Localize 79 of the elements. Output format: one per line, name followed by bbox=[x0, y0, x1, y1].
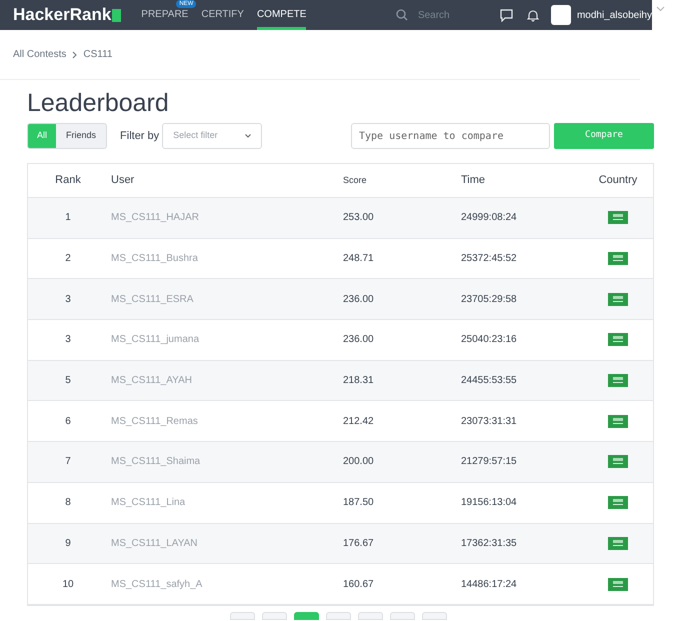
table-cell-text: 21279:57:15 bbox=[461, 455, 518, 470]
chat-icon[interactable] bbox=[500, 8, 513, 22]
table-cell-text: 176.67 bbox=[343, 536, 375, 551]
search-icon bbox=[396, 9, 408, 21]
dropdown-placeholder: Select filter bbox=[173, 129, 218, 142]
filter-dropdown[interactable]: Select filter bbox=[162, 123, 262, 149]
table-cell-text: 17362:31:35 bbox=[461, 536, 518, 551]
table-cell-text: 3 bbox=[64, 333, 72, 348]
bell-icon[interactable] bbox=[526, 8, 539, 22]
table-cell-text: 25372:45:52 bbox=[461, 252, 518, 266]
flag-icon bbox=[608, 211, 628, 224]
column-header: Country bbox=[598, 173, 638, 188]
table-cell-text: 187.50 bbox=[343, 496, 375, 510]
column-header: Time bbox=[461, 173, 486, 188]
table-cell-text: 14486:17:24 bbox=[461, 578, 518, 592]
avatar-icon[interactable] bbox=[550, 5, 571, 25]
logo-text[interactable]: HackerRank bbox=[13, 2, 112, 28]
search-field[interactable]: Search bbox=[418, 8, 478, 22]
username-link[interactable]: MS_CS111_Lina bbox=[108, 495, 343, 510]
username-link[interactable]: MS_CS111_AYAH bbox=[108, 373, 343, 388]
table-cell-text: 25040:23:16 bbox=[461, 333, 518, 348]
chevron-right-icon bbox=[72, 50, 78, 58]
column-header: User bbox=[110, 173, 136, 188]
chevron-down-icon[interactable] bbox=[656, 6, 665, 12]
column-header: Score bbox=[343, 174, 368, 187]
table-cell-text: 1 bbox=[64, 211, 72, 226]
username-link[interactable]: MS_CS111_Shaima bbox=[108, 454, 343, 470]
table-cell-text: 160.67 bbox=[343, 578, 375, 592]
table-cell-text: 248.71 bbox=[343, 252, 375, 266]
filter-toggle[interactable]: Friends bbox=[56, 124, 106, 148]
table-cell-text: 2 bbox=[64, 252, 72, 266]
nav-tab[interactable]: CERTIFY bbox=[201, 9, 244, 21]
table-cell-text: 24999:08:24 bbox=[461, 211, 518, 226]
chevron-down-icon bbox=[245, 134, 252, 138]
table-cell-text: 200.00 bbox=[343, 455, 375, 470]
username-compare-field[interactable]: Type username to compare bbox=[351, 123, 550, 149]
breadcrumb-link[interactable]: All Contests bbox=[13, 47, 66, 62]
username-link[interactable]: MS_CS111_jumana bbox=[108, 332, 343, 348]
username[interactable]: modhi_alsobeihy bbox=[576, 8, 652, 22]
flag-icon bbox=[608, 333, 628, 346]
table-cell-text: 5 bbox=[64, 374, 72, 388]
flag-icon bbox=[608, 414, 628, 428]
table-cell-text: 10 bbox=[61, 578, 75, 592]
table-cell-text: 218.31 bbox=[343, 374, 375, 388]
flag-icon bbox=[608, 374, 628, 388]
table-cell-text: 8 bbox=[64, 496, 72, 510]
table-cell-text: 7 bbox=[64, 455, 72, 470]
username-link[interactable]: MS_CS111_ESRA bbox=[108, 292, 343, 307]
table-cell-text: 236.00 bbox=[343, 333, 375, 348]
username-link[interactable]: MS_CS111_HAJAR bbox=[108, 210, 343, 226]
compare-button[interactable]: Compare bbox=[554, 123, 654, 149]
table-cell-text: 23705:29:58 bbox=[461, 292, 518, 307]
flag-icon bbox=[608, 496, 628, 510]
flag-icon bbox=[608, 578, 628, 591]
page-button[interactable] bbox=[294, 612, 319, 620]
table-cell-text: 236.00 bbox=[343, 292, 375, 307]
table-cell-text: 23073:31:31 bbox=[461, 414, 518, 429]
username-link[interactable]: MS_CS111_Remas bbox=[108, 414, 343, 429]
table-cell-text: 253.00 bbox=[343, 211, 375, 226]
nav-tab[interactable]: COMPETE bbox=[256, 0, 306, 30]
username-link[interactable]: MS_CS111_Bushra bbox=[108, 251, 343, 266]
table-cell-text: 212.42 bbox=[343, 414, 375, 429]
flag-icon bbox=[608, 455, 628, 468]
flag-icon bbox=[608, 252, 628, 266]
table-cell-text: 3 bbox=[64, 292, 72, 307]
filter-toggle[interactable]: All bbox=[28, 124, 56, 148]
table-cell-text: 9 bbox=[64, 536, 72, 551]
flag-icon bbox=[608, 292, 628, 306]
table-cell-text: 19156:13:04 bbox=[461, 496, 518, 510]
username-link[interactable]: MS_CS111_safyh_A bbox=[108, 576, 343, 592]
table-cell-text: 6 bbox=[64, 414, 72, 429]
flag-icon bbox=[608, 536, 628, 550]
username-link[interactable]: MS_CS111_LAYAN bbox=[108, 536, 343, 551]
table-cell-text: 24455:53:55 bbox=[461, 374, 518, 388]
page-title: Leaderboard bbox=[27, 88, 170, 119]
logo-icon bbox=[112, 8, 122, 22]
column-header: Rank bbox=[54, 173, 82, 188]
filter-label: Filter by bbox=[120, 128, 160, 144]
nav-tab[interactable]: PREPARE bbox=[141, 9, 188, 21]
